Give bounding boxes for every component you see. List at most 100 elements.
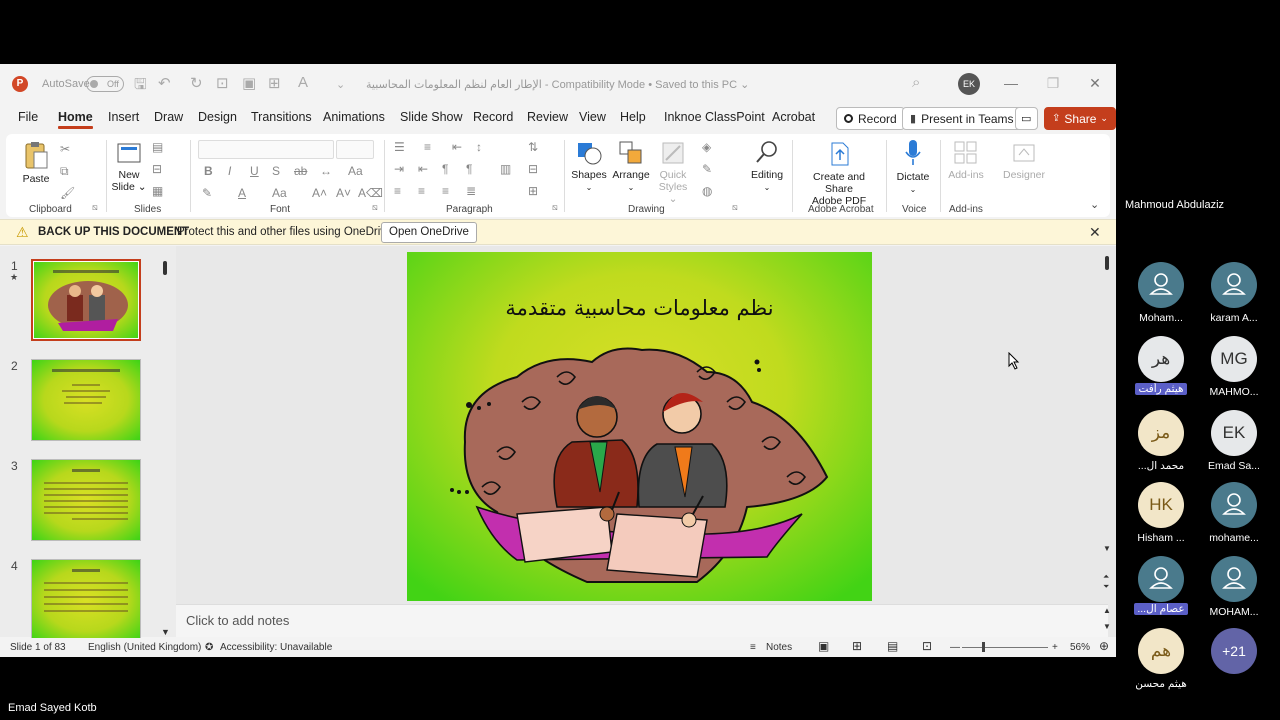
fit-to-window-icon[interactable]: ⊕ (1099, 639, 1109, 653)
paragraph-ltr-icon[interactable]: ¶ (442, 162, 448, 176)
font-color-icon[interactable]: A (238, 186, 246, 200)
clipart-businessmen-icon[interactable] (407, 252, 872, 601)
columns-icon[interactable]: ▥ (500, 162, 511, 176)
cut-icon[interactable]: ✂ (60, 142, 70, 156)
normal-view-icon[interactable]: ▣ (818, 639, 829, 653)
section-icon[interactable]: ▦ (152, 184, 163, 198)
participant-tile[interactable]: هر هيثم رأفت (1131, 336, 1191, 400)
shapes-button[interactable]: Shapes ⌄ (570, 140, 608, 193)
editing-button[interactable]: Editing ⌄ (748, 138, 786, 193)
participant-tile[interactable]: MG MAHMO... (1204, 336, 1264, 398)
slide-thumbnail[interactable] (31, 359, 141, 441)
more-participants-button[interactable]: +21 (1204, 628, 1264, 674)
collapse-ribbon-icon[interactable]: ⌄ (1090, 198, 1099, 211)
scroll-up-arrow-icon[interactable]: ▲ (1103, 606, 1111, 615)
shadow-icon[interactable]: S (272, 164, 280, 178)
ltr-icon[interactable]: ⇥ (394, 162, 404, 176)
align-center-icon[interactable]: ≡ (418, 184, 425, 198)
dialog-launcher-icon[interactable]: ⧅ (92, 202, 98, 213)
dictate-button[interactable]: Dictate ⌄ (890, 138, 936, 195)
comments-button[interactable]: ▭ (1015, 107, 1038, 130)
rtl-icon[interactable]: ⇤ (418, 162, 428, 176)
save-icon[interactable]: 🖫 (134, 74, 147, 99)
grow-font-icon[interactable]: A˄ (312, 186, 327, 200)
clear-formatting-icon[interactable]: A⌫ (358, 186, 383, 200)
dialog-launcher-icon[interactable]: ⧅ (732, 202, 738, 213)
shape-fill-icon[interactable]: ◈ (702, 140, 711, 154)
participant-tile[interactable]: Moham... (1131, 262, 1191, 324)
align-right-icon[interactable]: ≡ (442, 184, 449, 198)
slide-sorter-icon[interactable]: ⊞ (852, 639, 862, 653)
thumbnail-scrollbar[interactable]: ▼ (161, 254, 170, 644)
font-size-combo[interactable] (336, 140, 374, 159)
shape-effects-icon[interactable]: ◍ (702, 184, 712, 198)
notes-button[interactable]: Notes (766, 642, 792, 653)
tab-view[interactable]: View (579, 110, 606, 124)
bold-icon[interactable]: B (204, 164, 213, 178)
numbering-icon[interactable]: ≡ (424, 140, 431, 154)
participant-tile[interactable]: MOHAM... (1204, 556, 1264, 618)
record-button[interactable]: Record (836, 107, 905, 130)
tab-animations[interactable]: Animations (323, 110, 385, 124)
scroll-down-arrow-icon[interactable]: ▼ (161, 627, 170, 637)
scroll-thumb[interactable] (1105, 256, 1109, 270)
tab-record[interactable]: Record (473, 110, 513, 124)
search-icon[interactable]: ⌕ (912, 74, 920, 91)
tab-transitions[interactable]: Transitions (251, 110, 312, 124)
slide[interactable]: نظم معلومات محاسبية متقدمة (407, 252, 872, 601)
previous-slide-icon[interactable]: ⏶ (1103, 572, 1109, 582)
undo-icon[interactable]: ↶ (158, 74, 171, 92)
restore-button[interactable]: ❐ (1040, 72, 1066, 94)
format-painter-icon[interactable]: 🖌 (60, 186, 75, 200)
next-slide-icon[interactable]: ⏷ (1103, 582, 1109, 592)
participant-tile[interactable]: mohame... (1204, 482, 1264, 544)
zoom-in-icon[interactable]: + (1052, 642, 1058, 653)
shape-outline-icon[interactable]: ✎ (702, 162, 712, 176)
participant-tile[interactable]: HK Hisham ... (1131, 482, 1191, 544)
align-left-icon[interactable]: ≡ (394, 184, 401, 198)
participant-tile[interactable]: ...عصام ال (1131, 556, 1191, 620)
tab-file[interactable]: File (18, 110, 38, 124)
new-slide-qat-icon[interactable]: ⊞ (268, 74, 281, 92)
shrink-font-icon[interactable]: A˅ (336, 186, 351, 200)
tab-slide-show[interactable]: Slide Show (400, 110, 463, 124)
close-button[interactable]: ✕ (1082, 72, 1108, 94)
font-name-combo[interactable] (198, 140, 334, 159)
font-color-qat-icon[interactable]: A (298, 74, 308, 91)
scroll-down-arrow-icon[interactable]: ▼ (1103, 544, 1111, 553)
accessibility-status[interactable]: Accessibility: Unavailable (220, 642, 332, 653)
tab-acrobat[interactable]: Acrobat (772, 110, 815, 124)
zoom-slider-thumb[interactable] (982, 642, 985, 652)
language-status[interactable]: English (United Kingdom) (88, 642, 201, 653)
close-icon[interactable]: ✕ (1089, 224, 1101, 241)
designer-button[interactable]: Designer (1000, 140, 1048, 181)
scroll-thumb[interactable] (163, 261, 167, 275)
present-from-start-icon[interactable]: ⊡ (216, 74, 229, 92)
customize-qat-icon[interactable]: ⌄ (336, 78, 345, 91)
slide-thumbnail[interactable] (31, 559, 141, 641)
participant-tile[interactable]: هم هيثم محسن (1131, 628, 1191, 690)
highlight-icon[interactable]: ✎ (202, 186, 212, 200)
zoom-slider[interactable] (962, 647, 1048, 648)
align-text-icon[interactable]: ⊟ (528, 162, 538, 176)
tab-design[interactable]: Design (198, 110, 237, 124)
tab-help[interactable]: Help (620, 110, 646, 124)
paragraph-rtl-icon[interactable]: ¶ (466, 162, 472, 176)
notes-placeholder[interactable]: Click to add notes (186, 613, 289, 628)
open-onedrive-button[interactable]: Open OneDrive (381, 222, 477, 243)
minimize-button[interactable]: — (998, 72, 1024, 94)
slide-layout-icon[interactable]: ▣ (242, 74, 256, 92)
text-direction-icon[interactable]: ⇅ (528, 140, 538, 154)
new-slide-button[interactable]: New Slide ⌄ (110, 140, 148, 193)
tab-review[interactable]: Review (527, 110, 568, 124)
participant-tile[interactable]: مز ...محمد ال (1131, 410, 1191, 472)
quick-styles-button[interactable]: Quick Styles ⌄ (654, 140, 692, 205)
italic-icon[interactable]: I (228, 164, 231, 178)
tab-home[interactable]: Home (58, 110, 93, 129)
underline-icon[interactable]: U (250, 164, 259, 178)
bullets-icon[interactable]: ☰ (394, 140, 405, 154)
slide-thumbnail[interactable] (31, 259, 141, 341)
slideshow-icon[interactable]: ⊡ (922, 639, 932, 653)
smartart-icon[interactable]: ⊞ (528, 184, 538, 198)
participant-tile[interactable]: karam A... (1204, 262, 1264, 324)
